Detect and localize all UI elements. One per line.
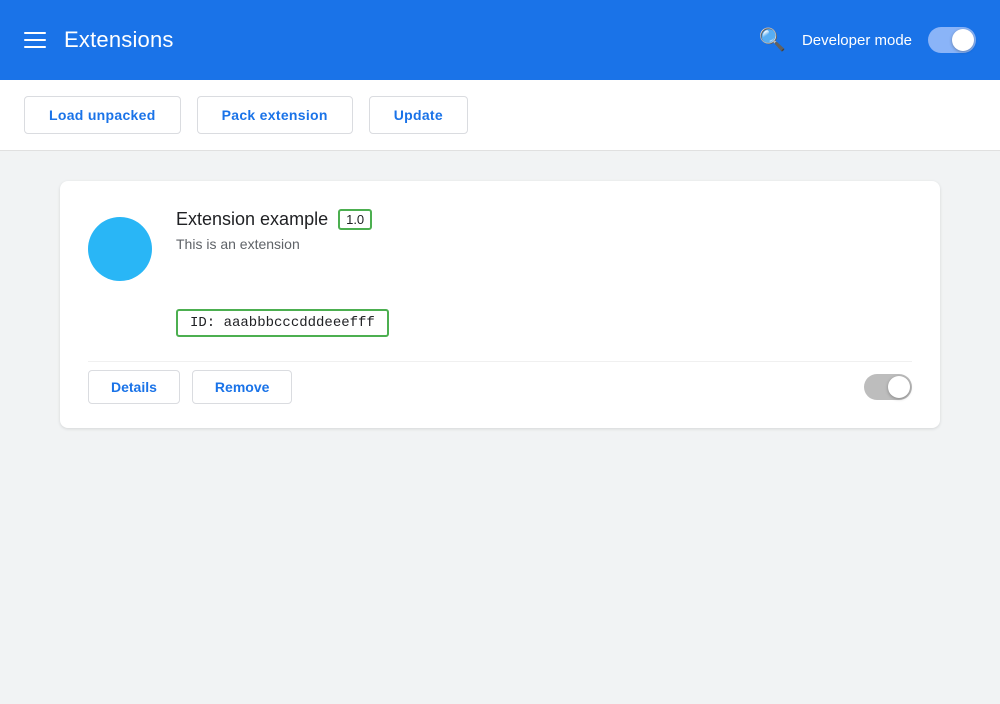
extension-info: Extension example 1.0 This is an extensi…	[176, 209, 912, 252]
developer-mode-label: Developer mode	[802, 32, 912, 49]
extension-icon	[88, 217, 152, 281]
details-button[interactable]: Details	[88, 370, 180, 404]
extension-card: Extension example 1.0 This is an extensi…	[60, 181, 940, 428]
extension-name: Extension example	[176, 209, 328, 230]
pack-extension-button[interactable]: Pack extension	[197, 96, 353, 134]
header: Extensions 🔍 Developer mode	[0, 0, 1000, 80]
header-right: 🔍 Developer mode	[759, 27, 976, 53]
header-left: Extensions	[24, 27, 174, 53]
id-row: ID: aaabbbcccdddeeefff	[88, 309, 912, 337]
update-button[interactable]: Update	[369, 96, 468, 134]
toolbar: Load unpacked Pack extension Update	[0, 80, 1000, 151]
card-top: Extension example 1.0 This is an extensi…	[88, 209, 912, 281]
main-content: Extension example 1.0 This is an extensi…	[0, 151, 1000, 704]
remove-button[interactable]: Remove	[192, 370, 292, 404]
page-title: Extensions	[64, 27, 174, 53]
extension-name-row: Extension example 1.0	[176, 209, 912, 230]
load-unpacked-button[interactable]: Load unpacked	[24, 96, 181, 134]
search-icon[interactable]: 🔍	[759, 27, 786, 53]
extension-id-badge: ID: aaabbbcccdddeeefff	[176, 309, 389, 337]
menu-icon[interactable]	[24, 32, 46, 48]
extension-enable-toggle[interactable]	[864, 374, 912, 400]
version-badge: 1.0	[338, 209, 372, 230]
extension-description: This is an extension	[176, 236, 912, 252]
developer-mode-toggle[interactable]	[928, 27, 976, 53]
card-bottom: Details Remove	[88, 361, 912, 404]
card-actions: Details Remove	[88, 370, 292, 404]
